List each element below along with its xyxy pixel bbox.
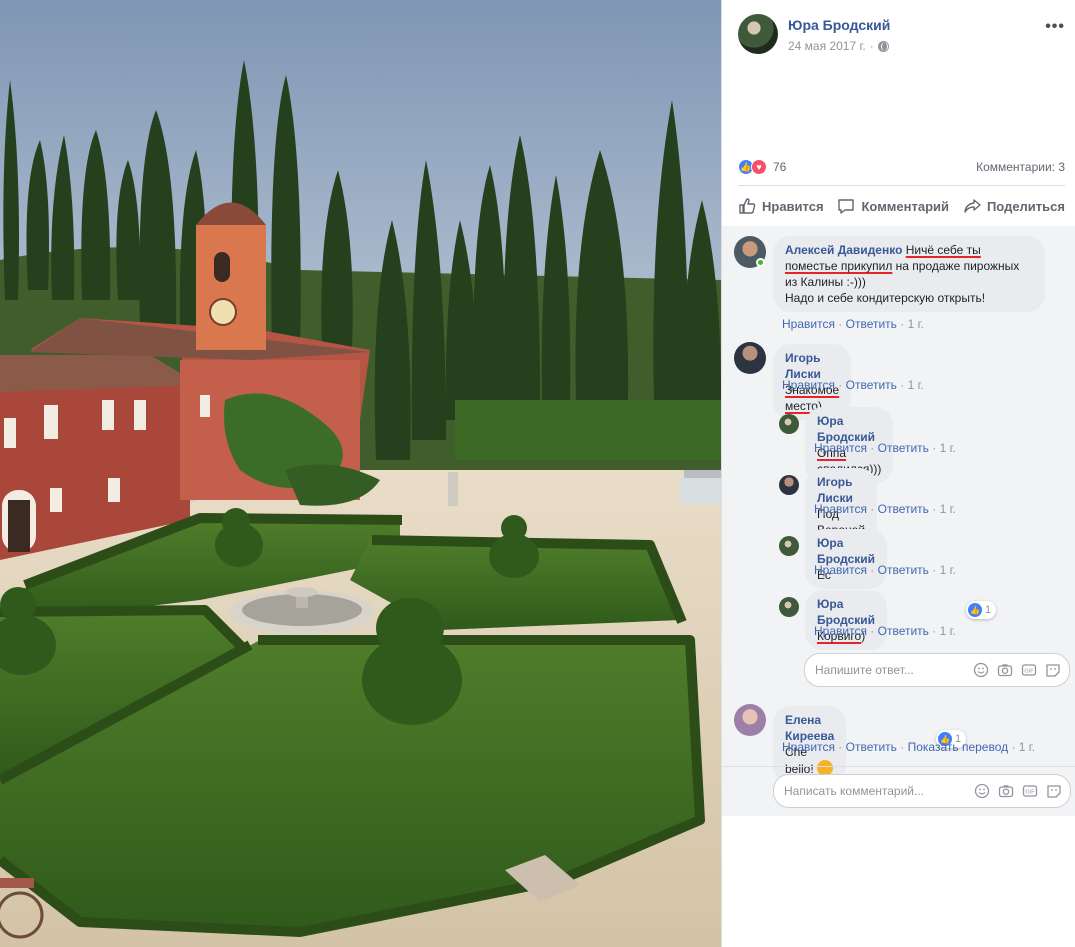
reply-avatar[interactable] [779, 597, 799, 617]
comment-icon [838, 199, 855, 214]
comment-input-box: GIF [773, 774, 1071, 808]
comment-reply-link[interactable]: Ответить [846, 317, 897, 331]
comment-reply-link[interactable]: Ответить [846, 378, 897, 392]
comment-meta: Нравится · Ответить · Показать перевод ·… [782, 740, 1036, 754]
author-avatar[interactable] [738, 14, 778, 54]
camera-icon[interactable] [997, 662, 1013, 678]
post-actions: Нравится Комментарий Поделиться [738, 190, 1065, 222]
post-meta: 24 мая 2017 г. · [788, 39, 889, 53]
comment-time[interactable]: 1 г. [908, 317, 924, 331]
reply-author[interactable]: Юра Бродский [817, 597, 875, 627]
reply-meta: Нравится · Ответить · 1 г. [814, 441, 956, 455]
svg-text:GIF: GIF [1025, 790, 1035, 796]
reply-bubble: Юра Бродский Корвиго) [805, 590, 888, 650]
love-reaction-icon[interactable]: ♥ [751, 159, 767, 175]
share-icon [964, 199, 981, 213]
like-button-label: Нравится [762, 198, 824, 214]
comment-author[interactable]: Алексей Давиденко [785, 243, 902, 257]
reply-meta: Нравится · Ответить · 1 г. [814, 624, 956, 638]
online-status-dot [756, 258, 765, 267]
sticker-icon[interactable] [1046, 783, 1062, 799]
post-date[interactable]: 24 мая 2017 г. [788, 39, 866, 53]
reply-avatar[interactable] [779, 475, 799, 495]
divider [722, 766, 1075, 767]
sticker-icon[interactable] [1045, 662, 1061, 678]
emoji-icon[interactable] [974, 783, 990, 799]
emoji-icon[interactable] [973, 662, 989, 678]
reply-author[interactable]: Юра Бродский [817, 536, 875, 566]
reactions-bar: 👍 ♥ 76 Комментарии: 3 [738, 156, 1065, 178]
reply-input[interactable] [815, 663, 973, 677]
comment-author[interactable]: Игорь Лиски [785, 351, 821, 381]
reply-reaction-count: 1 [985, 604, 992, 616]
comment-like-link[interactable]: Нравится [782, 740, 835, 754]
meta-separator: · [869, 39, 874, 53]
more-icon[interactable]: ••• [1045, 18, 1065, 36]
reply-reply-link[interactable]: Ответить [878, 563, 929, 577]
comment-like-link[interactable]: Нравится [782, 378, 835, 392]
current-user-avatar [728, 772, 768, 812]
comment-meta: Нравится · Ответить · 1 г. [782, 378, 924, 392]
reply-reaction-badge[interactable]: 👍 1 [966, 601, 997, 619]
comment-bubble: Алексей Давиденко Ничё себе ты поместье … [773, 236, 1045, 312]
comments-count[interactable]: Комментарии: 3 [976, 160, 1065, 174]
comment-reply-link[interactable]: Ответить [846, 740, 897, 754]
gif-icon[interactable]: GIF [1021, 662, 1037, 678]
reply-time[interactable]: 1 г. [940, 441, 956, 455]
comment-button[interactable]: Комментарий [837, 197, 949, 215]
share-button-label: Поделиться [986, 198, 1065, 214]
reply-like-link[interactable]: Нравится [814, 624, 867, 638]
reply-meta: Нравится · Ответить · 1 г. [814, 502, 956, 516]
comment-input-icons: GIF [974, 783, 1062, 799]
like-reaction-icon: 👍 [968, 603, 982, 617]
reply-reply-link[interactable]: Ответить [878, 441, 929, 455]
post-header: Юра Бродский 24 мая 2017 г. · ••• [738, 14, 1065, 56]
reply-reply-link[interactable]: Ответить [878, 502, 929, 516]
villa-garden-image [0, 0, 721, 947]
reply-author[interactable]: Юра Бродский [817, 414, 875, 444]
reply-avatar[interactable] [779, 414, 799, 434]
globe-icon[interactable] [877, 40, 889, 52]
like-button[interactable]: Нравится [738, 197, 824, 215]
reply-input-icons: GIF [973, 662, 1061, 678]
reply-time[interactable]: 1 г. [940, 563, 956, 577]
commenter-avatar[interactable] [734, 342, 766, 374]
reply-meta: Нравится · Ответить · 1 г. [814, 563, 956, 577]
divider [738, 185, 1065, 186]
panel-footer-blank [722, 816, 1075, 947]
author-name[interactable]: Юра Бродский [788, 17, 890, 33]
reply-like-link[interactable]: Нравится [814, 502, 867, 516]
post-side-panel: Юра Бродский 24 мая 2017 г. · ••• 👍 ♥ 76… [721, 0, 1075, 947]
reply-author[interactable]: Игорь Лиски [817, 475, 853, 505]
reply-time[interactable]: 1 г. [940, 624, 956, 638]
thumbs-up-icon [739, 198, 756, 214]
comment-author[interactable]: Елена Киреева [785, 713, 834, 743]
comments-section: Алексей Давиденко Ничё себе ты поместье … [722, 226, 1075, 947]
comment-text-line2: Надо и себе кондитерскую открыть! [785, 291, 986, 305]
share-button[interactable]: Поделиться [963, 197, 1065, 215]
svg-text:GIF: GIF [1024, 669, 1034, 675]
comment-input[interactable] [784, 784, 974, 798]
comment-button-label: Комментарий [861, 198, 950, 214]
comment-time[interactable]: 1 г. [1019, 740, 1035, 754]
reply-reply-link[interactable]: Ответить [878, 624, 929, 638]
commenter-avatar[interactable] [734, 704, 766, 736]
camera-icon[interactable] [998, 783, 1014, 799]
show-translation-link[interactable]: Показать перевод [908, 740, 1009, 754]
reply-like-link[interactable]: Нравится [814, 441, 867, 455]
comment-time[interactable]: 1 г. [908, 378, 924, 392]
reaction-count[interactable]: 76 [773, 160, 786, 174]
reply-input-box: GIF [804, 653, 1070, 687]
gif-icon[interactable]: GIF [1022, 783, 1038, 799]
comment-meta: Нравится · Ответить · 1 г. [782, 317, 924, 331]
reply-like-link[interactable]: Нравится [814, 563, 867, 577]
reply-bubble: Юра Бродский Ес [805, 529, 888, 589]
comment-like-link[interactable]: Нравится [782, 317, 835, 331]
reply-avatar[interactable] [779, 536, 799, 556]
post-photo[interactable] [0, 0, 721, 947]
reply-time[interactable]: 1 г. [940, 502, 956, 516]
